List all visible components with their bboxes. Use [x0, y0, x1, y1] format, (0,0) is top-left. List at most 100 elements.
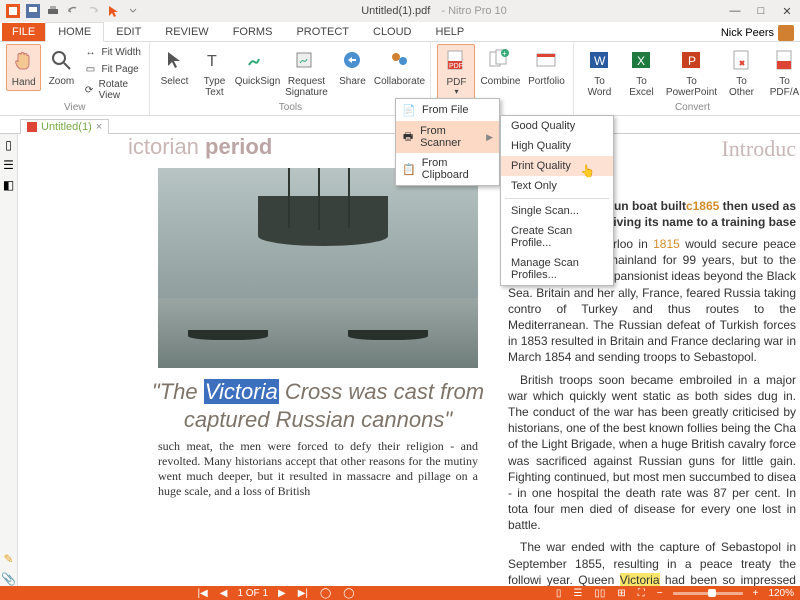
good-quality-item[interactable]: Good Quality — [501, 116, 613, 136]
fullscreen-icon[interactable]: ⛶ — [636, 588, 647, 599]
close-tab-icon[interactable]: × — [96, 121, 102, 133]
single-scan-item[interactable]: Single Scan... — [501, 201, 613, 221]
tab-help[interactable]: HELP — [424, 23, 477, 41]
quick-access-toolbar — [0, 2, 146, 20]
user-area[interactable]: Nick Peers — [721, 25, 800, 41]
share-icon — [338, 46, 366, 74]
from-scanner-item[interactable]: 🖶From Scanner▶ — [396, 121, 499, 153]
tab-home[interactable]: HOME — [45, 22, 104, 42]
svg-text:PDF: PDF — [449, 63, 463, 70]
share-label: Share — [339, 76, 366, 87]
from-clipboard-item[interactable]: 📋From Clipboard — [396, 153, 499, 185]
share-button[interactable]: Share — [334, 44, 370, 89]
avatar — [778, 25, 794, 41]
quote: "The Victoria Cross was cast from captur… — [138, 378, 498, 433]
quicksign-label: QuickSign — [235, 76, 281, 87]
attachments-panel-icon[interactable]: 📎 — [2, 572, 16, 586]
prev-page-button[interactable]: ◀ — [218, 588, 230, 599]
page-indicator: 1 OF 1 — [237, 588, 268, 599]
zoom-button[interactable]: Zoom — [45, 44, 77, 89]
fit-width-icon: ↔ — [83, 45, 97, 59]
qat-dropdown-icon[interactable] — [124, 2, 142, 20]
minimize-button[interactable]: — — [722, 0, 748, 22]
zoom-slider[interactable] — [673, 592, 743, 595]
comments-panel-icon[interactable]: ✎ — [2, 552, 16, 566]
to-pdfa-button[interactable]: To PDF/A — [764, 44, 800, 100]
request-sig-label: Request Signature — [284, 76, 328, 98]
request-signature-button[interactable]: Request Signature — [282, 44, 330, 100]
portfolio-button[interactable]: Portfolio — [525, 44, 567, 89]
cursor-icon: 👆 — [580, 164, 595, 178]
create-scan-profile-item[interactable]: Create Scan Profile... — [501, 221, 613, 253]
bookmarks-panel-icon[interactable]: ☰ — [2, 158, 16, 172]
zoom-label: Zoom — [49, 76, 75, 87]
forward-button[interactable]: ◯ — [341, 588, 356, 599]
pages-panel-icon[interactable]: ▯ — [2, 138, 16, 152]
zoom-level: 120% — [768, 588, 794, 599]
file-tab[interactable]: FILE — [2, 23, 45, 41]
redo-icon[interactable] — [84, 2, 102, 20]
fit-width-button[interactable]: ↔Fit Width — [81, 44, 143, 60]
document-canvas[interactable]: ictorian period "The Victoria Cross was … — [18, 134, 800, 586]
tab-review[interactable]: REVIEW — [153, 23, 220, 41]
app-icon[interactable] — [4, 2, 22, 20]
pdf-button[interactable]: PDFPDF▾ — [437, 44, 475, 100]
last-page-button[interactable]: ▶| — [296, 588, 310, 599]
to-powerpoint-button[interactable]: PTo PowerPoint — [664, 44, 718, 100]
rotate-view-button[interactable]: ⟳Rotate View — [81, 78, 143, 102]
next-page-button[interactable]: ▶ — [276, 588, 288, 599]
continuous-facing-icon[interactable]: ⊞ — [615, 588, 627, 599]
hand-tool-button[interactable]: Hand — [6, 44, 41, 91]
continuous-view-icon[interactable]: ☰ — [571, 588, 584, 599]
tab-protect[interactable]: PROTECT — [284, 23, 361, 41]
document-tab[interactable]: Untitled(1) × — [20, 119, 109, 134]
single-page-view-icon[interactable]: ▯ — [554, 588, 564, 599]
quicksign-button[interactable]: QuickSign — [236, 44, 278, 89]
select-button[interactable]: Select — [156, 44, 192, 89]
zoom-out-button[interactable]: − — [655, 588, 665, 599]
print-icon[interactable] — [44, 2, 62, 20]
facing-view-icon[interactable]: ▯▯ — [592, 588, 607, 599]
type-text-button[interactable]: TType Text — [196, 44, 232, 100]
to-word-button[interactable]: WTo Word — [580, 44, 618, 100]
tab-edit[interactable]: EDIT — [104, 23, 153, 41]
print-quality-item[interactable]: Print Quality — [501, 156, 613, 176]
ppt-icon: P — [677, 46, 705, 74]
undo-icon[interactable] — [64, 2, 82, 20]
tab-forms[interactable]: FORMS — [221, 23, 285, 41]
to-excel-button[interactable]: XTo Excel — [622, 44, 660, 100]
close-button[interactable]: ✕ — [774, 0, 800, 22]
maximize-button[interactable]: □ — [748, 0, 774, 22]
svg-text:+: + — [502, 49, 507, 58]
combine-button[interactable]: + Combine — [479, 44, 521, 89]
layers-panel-icon[interactable]: ◧ — [2, 178, 16, 192]
pdf-icon: PDF — [442, 47, 470, 75]
tab-cloud[interactable]: CLOUD — [361, 23, 424, 41]
hand-label: Hand — [12, 77, 36, 88]
svg-text:W: W — [594, 54, 606, 68]
combine-label: Combine — [480, 76, 520, 87]
from-file-item[interactable]: 📄 From File — [396, 99, 499, 121]
rotate-label: Rotate View — [99, 79, 142, 101]
file-icon: 📄 — [402, 103, 416, 117]
manage-scan-profiles-item[interactable]: Manage Scan Profiles... — [501, 253, 613, 285]
body-text-left: such meat, the men were forced to defy t… — [128, 439, 508, 499]
back-button[interactable]: ◯ — [318, 588, 333, 599]
high-quality-item[interactable]: High Quality — [501, 136, 613, 156]
to-other-button[interactable]: To Other — [722, 44, 760, 100]
cursor-icon[interactable] — [104, 2, 122, 20]
text-only-item[interactable]: Text Only — [501, 176, 613, 196]
save-icon[interactable] — [24, 2, 42, 20]
zoom-in-button[interactable]: + — [751, 588, 761, 599]
first-page-button[interactable]: |◀ — [195, 588, 209, 599]
excel-icon: X — [627, 46, 655, 74]
portfolio-icon — [532, 46, 560, 74]
fit-page-button[interactable]: ▭Fit Page — [81, 61, 143, 77]
collaborate-button[interactable]: Collaborate — [374, 44, 424, 89]
collaborate-icon — [385, 46, 413, 74]
combine-icon: + — [486, 46, 514, 74]
from-file-label: From File — [422, 104, 468, 116]
search-highlight: Victoria — [620, 573, 660, 586]
from-clipboard-label: From Clipboard — [422, 157, 493, 181]
quicksign-icon — [243, 46, 271, 74]
